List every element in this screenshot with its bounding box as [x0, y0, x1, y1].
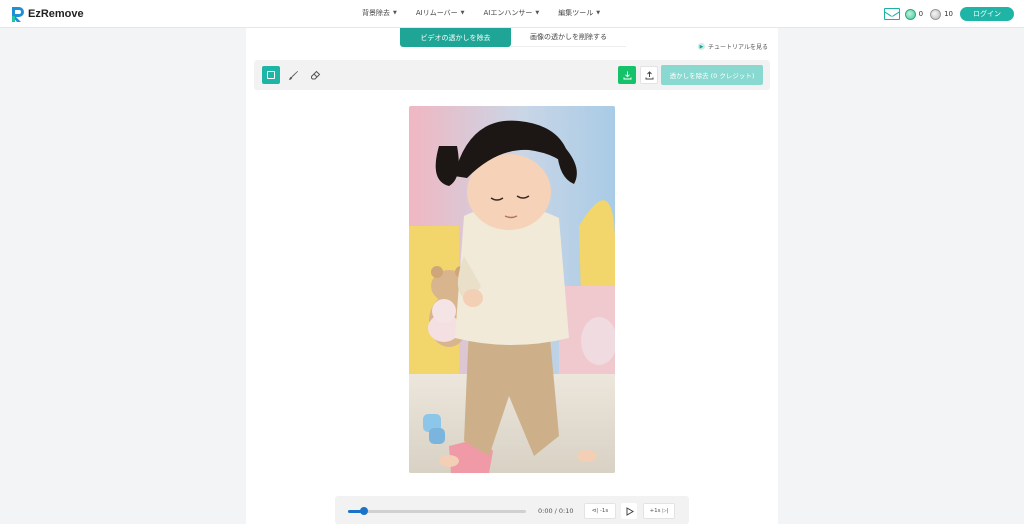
time-display: 0:00 / 0:10: [538, 507, 574, 515]
logo-icon: [12, 6, 24, 22]
nav-item-label: AIリムーバー: [415, 9, 458, 17]
tutorial-label: チュートリアルを見る: [708, 44, 768, 51]
header-actions: 0 10 ログイン: [883, 5, 1014, 23]
remove-watermark-button[interactable]: 透かしを除去 (0 クレジット): [661, 65, 763, 85]
skip-back-icon: ⊲|: [591, 508, 599, 514]
video-player-controls: 0:00 / 0:10 ⊲| -1s +1s ▷|: [335, 496, 689, 524]
skip-back-button[interactable]: ⊲| -1s: [584, 503, 616, 519]
credit-balance-green: 0: [904, 8, 924, 20]
editor-toolbar: 透かしを除去 (0 クレジット): [254, 60, 770, 90]
download-icon: [623, 71, 631, 79]
nav-item-ai-enhancer[interactable]: AIエンハンサー ▼: [484, 8, 540, 18]
credit-balance-grey: 10: [930, 8, 953, 20]
upload-button[interactable]: [640, 66, 658, 84]
nav-item-label: 編集ツール: [558, 9, 594, 17]
top-navigation-bar: EzRemove 背景除去 ▼ AIリムーバー ▼ AIエンハンサー ▼ 編集ツ…: [0, 0, 1024, 28]
tutorial-link[interactable]: ▶ チュートリアルを見る: [698, 42, 768, 51]
nav-item-background-removal[interactable]: 背景除去 ▼: [362, 8, 397, 18]
credit-count: 0: [918, 10, 924, 18]
skip-forward-label: +1s: [649, 508, 661, 514]
brand-name: EzRemove: [28, 8, 84, 20]
skip-forward-button[interactable]: +1s ▷|: [643, 503, 675, 519]
rectangle-select-icon[interactable]: [262, 66, 280, 84]
coin-icon: [904, 8, 916, 20]
play-icon: [626, 506, 634, 516]
logo[interactable]: EzRemove: [10, 5, 84, 23]
skip-forward-icon: ▷|: [662, 508, 669, 514]
brush-icon[interactable]: [284, 66, 302, 84]
progress-slider[interactable]: [348, 507, 526, 515]
credit-count: 10: [944, 10, 953, 18]
chevron-down-icon: ▼: [393, 10, 397, 16]
nav-item-edit-tools[interactable]: 編集ツール ▼: [558, 8, 600, 18]
chevron-down-icon: ▼: [535, 10, 540, 16]
login-button[interactable]: ログイン: [960, 7, 1014, 21]
nav-item-label: 背景除去: [362, 9, 390, 17]
video-preview[interactable]: [409, 106, 615, 473]
play-circle-icon: ▶: [698, 43, 705, 50]
eraser-icon[interactable]: [306, 66, 324, 84]
mail-icon[interactable]: [883, 8, 900, 20]
play-button[interactable]: [621, 503, 637, 519]
progress-thumb[interactable]: [360, 507, 369, 515]
chevron-down-icon: ▼: [460, 10, 465, 16]
tab-video-watermark[interactable]: ビデオの透かしを除去: [400, 28, 511, 47]
download-button[interactable]: [618, 66, 636, 84]
nav-item-label: AIエンハンサー: [483, 9, 533, 17]
coin-icon: [930, 8, 942, 20]
nav-item-ai-remover[interactable]: AIリムーバー ▼: [416, 8, 465, 18]
skip-back-label: -1s: [599, 508, 609, 514]
main-nav: 背景除去 ▼ AIリムーバー ▼ AIエンハンサー ▼ 編集ツール ▼: [362, 8, 619, 18]
tab-image-watermark[interactable]: 画像の透かしを削除する: [511, 28, 626, 47]
chevron-down-icon: ▼: [596, 10, 601, 16]
upload-icon: [645, 70, 653, 79]
toddler-video-frame: [409, 106, 615, 473]
